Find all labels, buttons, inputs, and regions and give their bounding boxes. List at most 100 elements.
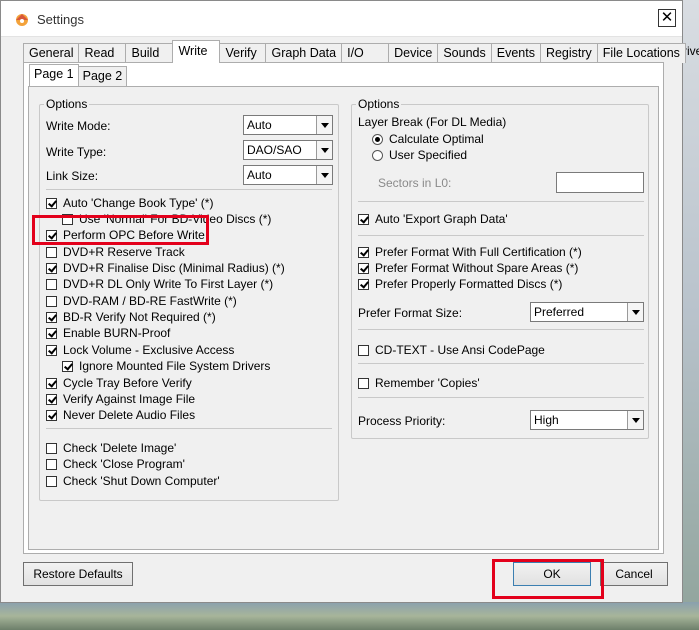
tab-verify[interactable]: Verify [219, 43, 267, 63]
checkbox-box[interactable] [46, 246, 57, 258]
checkbox-cycle-tray[interactable]: Cycle Tray Before Verify [46, 376, 192, 390]
checkbox-box[interactable] [358, 278, 369, 290]
checkbox-ignore-mounted-fs[interactable]: Ignore Mounted File System Drivers [62, 359, 270, 373]
separator [358, 329, 644, 330]
checkbox-bd-r-verify[interactable]: BD-R Verify Not Required (*) [46, 310, 216, 324]
checkbox-box[interactable] [62, 360, 73, 372]
checkbox-label: DVD+R Finalise Disc (Minimal Radius) (*) [63, 261, 285, 275]
process-priority-select[interactable]: High [530, 410, 644, 430]
checkbox-prefer-full-cert[interactable]: Prefer Format With Full Certification (*… [358, 245, 582, 259]
subtab-page-2[interactable]: Page 2 [77, 66, 128, 86]
write-mode-select[interactable]: Auto [243, 115, 333, 135]
checkbox-box[interactable] [358, 246, 369, 258]
checkbox-box[interactable] [46, 295, 57, 307]
checkbox-box[interactable] [46, 311, 57, 323]
desktop-background-bottom [0, 602, 699, 630]
checkbox-lock-volume[interactable]: Lock Volume - Exclusive Access [46, 343, 234, 357]
checkbox-prefer-no-spare[interactable]: Prefer Format Without Spare Areas (*) [358, 261, 578, 275]
radio-label: Calculate Optimal [389, 132, 484, 146]
checkbox-box[interactable] [358, 377, 369, 389]
tab-sounds[interactable]: Sounds [437, 43, 492, 63]
tab-bar: General Read Build Write Verify Graph Da… [23, 40, 686, 63]
checkbox-box[interactable] [46, 458, 57, 470]
separator [46, 189, 332, 190]
link-size-select[interactable]: Auto [243, 165, 333, 185]
sectors-in-l0-input[interactable] [556, 172, 644, 193]
checkbox-box[interactable] [46, 393, 57, 405]
checkbox-label: Prefer Format Without Spare Areas (*) [375, 261, 579, 275]
checkbox-remember-copies[interactable]: Remember 'Copies' [358, 376, 480, 390]
tab-file-locations[interactable]: File Locations [596, 43, 686, 63]
desktop-background: rive [683, 0, 699, 630]
write-type-value: DAO/SAO [247, 143, 302, 157]
radio-label: User Specified [389, 148, 468, 162]
radio-calculate-optimal[interactable]: Calculate Optimal [372, 132, 484, 146]
left-options-group: Options Write Mode: Auto Write Type: DAO… [39, 97, 339, 501]
checkbox-label: DVD-RAM / BD-RE FastWrite (*) [63, 294, 237, 308]
chevron-down-icon [627, 303, 643, 321]
app-icon [16, 14, 28, 26]
right-options-legend: Options [356, 97, 402, 111]
chevron-down-icon [316, 141, 332, 159]
tab-events[interactable]: Events [490, 43, 541, 63]
checkbox-box[interactable] [46, 475, 57, 487]
write-type-select[interactable]: DAO/SAO [243, 140, 333, 160]
prefer-format-size-select[interactable]: Preferred [530, 302, 644, 322]
link-size-label: Link Size: [46, 169, 99, 183]
chevron-down-icon [627, 411, 643, 429]
checkbox-never-delete-audio[interactable]: Never Delete Audio Files [46, 408, 195, 422]
left-options-legend: Options [44, 97, 90, 111]
separator [46, 428, 332, 429]
tab-graph-data[interactable]: Graph Data [265, 43, 343, 63]
checkbox-box[interactable] [46, 197, 57, 209]
checkbox-auto-export-graph[interactable]: Auto 'Export Graph Data' [358, 212, 508, 226]
checkbox-box[interactable] [46, 344, 57, 356]
tab-general[interactable]: General [23, 43, 80, 63]
checkbox-box[interactable] [46, 262, 57, 274]
radio-button[interactable] [372, 149, 383, 161]
radio-button[interactable] [372, 133, 383, 145]
checkbox-check-delete-image[interactable]: Check 'Delete Image' [46, 441, 176, 455]
checkbox-box[interactable] [46, 377, 57, 389]
checkbox-box[interactable] [46, 442, 57, 454]
prefer-format-size-label: Prefer Format Size: [358, 306, 463, 320]
subtab-page-1[interactable]: Page 1 [29, 64, 79, 86]
sectors-in-l0-label: Sectors in L0: [378, 176, 452, 190]
separator [358, 235, 644, 236]
tab-read[interactable]: Read [78, 43, 127, 63]
tab-write[interactable]: Write [172, 40, 221, 63]
tab-device[interactable]: Device [388, 43, 439, 63]
checkbox-check-close-program[interactable]: Check 'Close Program' [46, 457, 185, 471]
tab-build[interactable]: Build [125, 43, 174, 63]
tab-io[interactable]: I/O [341, 43, 390, 63]
checkbox-label: Cycle Tray Before Verify [63, 376, 192, 390]
checkbox-label: Check 'Close Program' [63, 457, 185, 471]
close-icon[interactable]: ✕ [658, 9, 676, 27]
checkbox-dvd-ram-fastwrite[interactable]: DVD-RAM / BD-RE FastWrite (*) [46, 294, 237, 308]
checkbox-box[interactable] [358, 262, 369, 274]
checkbox-check-shut-down[interactable]: Check 'Shut Down Computer' [46, 474, 220, 488]
checkbox-box[interactable] [358, 213, 369, 225]
checkbox-box[interactable] [46, 278, 57, 290]
checkbox-dvd-r-dl-first-layer[interactable]: DVD+R DL Only Write To First Layer (*) [46, 277, 273, 291]
checkbox-box[interactable] [358, 344, 369, 356]
checkbox-auto-change-book-type[interactable]: Auto 'Change Book Type' (*) [46, 196, 213, 210]
tab-registry[interactable]: Registry [539, 43, 598, 63]
checkbox-box[interactable] [46, 327, 57, 339]
separator [358, 397, 644, 398]
radio-user-specified[interactable]: User Specified [372, 148, 467, 162]
checkbox-dvd-r-reserve-track[interactable]: DVD+R Reserve Track [46, 245, 185, 259]
checkbox-box[interactable] [46, 409, 57, 421]
restore-defaults-button[interactable]: Restore Defaults [23, 562, 133, 586]
checkbox-verify-against-image[interactable]: Verify Against Image File [46, 392, 195, 406]
cancel-button[interactable]: Cancel [600, 562, 668, 586]
checkbox-dvd-r-finalise[interactable]: DVD+R Finalise Disc (Minimal Radius) (*) [46, 261, 285, 275]
checkbox-prefer-properly-formatted[interactable]: Prefer Properly Formatted Discs (*) [358, 277, 562, 291]
title-bar[interactable]: Settings ✕ [1, 1, 682, 37]
highlight-box-ok [492, 559, 604, 599]
checkbox-enable-burn-proof[interactable]: Enable BURN-Proof [46, 326, 170, 340]
checkbox-label: Check 'Delete Image' [63, 441, 177, 455]
checkbox-cd-text-ansi[interactable]: CD-TEXT - Use Ansi CodePage [358, 343, 545, 357]
checkbox-label: BD-R Verify Not Required (*) [63, 310, 216, 324]
write-type-label: Write Type: [46, 145, 107, 159]
